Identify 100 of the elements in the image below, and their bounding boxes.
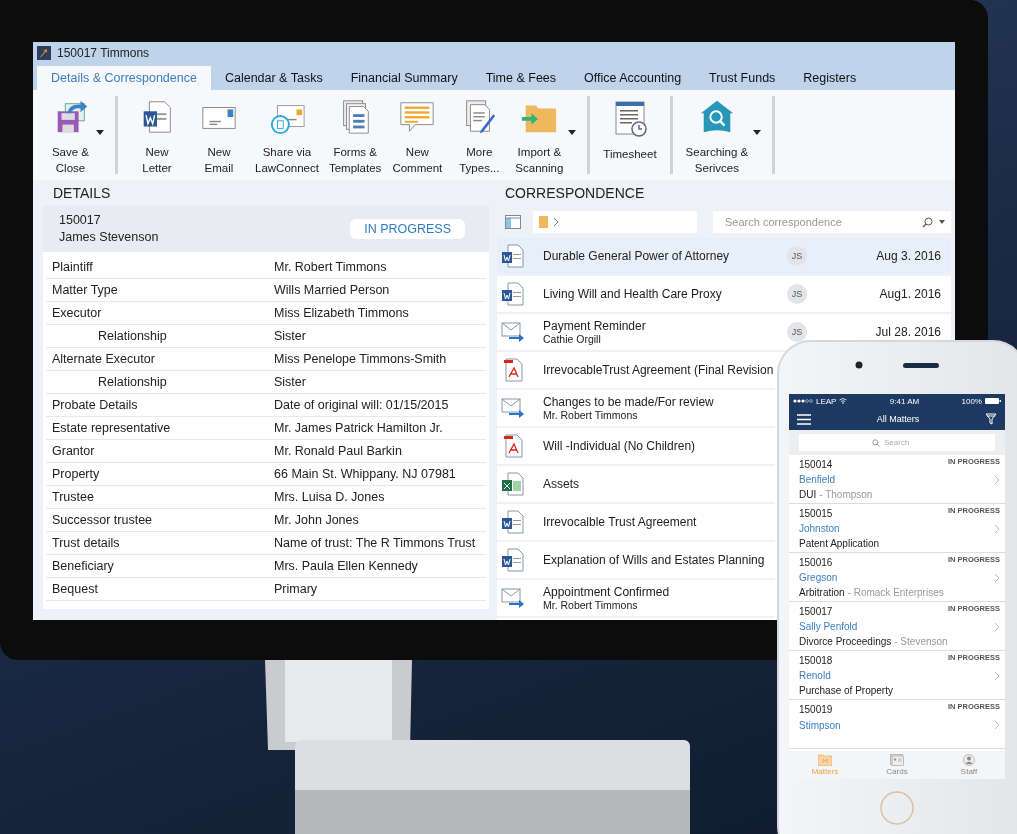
client-name: Benfield: [799, 474, 836, 485]
field-label: Estate representative: [51, 421, 172, 435]
correspondence-row[interactable]: Living Will and Health Care Proxy JS Aug1. 2016: [497, 276, 951, 314]
correspondence-row[interactable]: Irrevocalble Trust Agreement: [497, 504, 775, 542]
section-heading: CORRESPONDENCE: [504, 184, 646, 203]
tab[interactable]: Registers: [789, 66, 871, 90]
signal-icon: [793, 399, 813, 403]
field-value: Mr. Robert Timmons: [274, 260, 387, 274]
window-title: 150017 Timmons: [57, 46, 150, 60]
ribbon-button[interactable]: Share via LawConnect: [250, 94, 324, 176]
field-label: Property: [51, 467, 101, 481]
tab-bar-item[interactable]: Cards: [861, 751, 933, 779]
field-label: Trustee: [51, 490, 95, 504]
tab[interactable]: Financial Summary: [336, 66, 472, 90]
ribbon-button[interactable]: Searching & Serivces: [680, 94, 765, 176]
ribbon-button[interactable]: More Types...: [448, 94, 511, 176]
field-value: Primary: [274, 582, 318, 596]
search-icon: [872, 438, 880, 447]
matter-number: 150014: [799, 459, 833, 470]
matter-type: Patent Application: [799, 538, 880, 549]
matter-number: 150015: [799, 508, 833, 519]
contact-card-icon: [890, 754, 904, 766]
matter-number: 150016: [799, 557, 833, 568]
field-value: Mrs. Paula Ellen Kennedy: [274, 559, 418, 573]
correspondence-row[interactable]: Will -Individual (No Children): [497, 428, 775, 466]
correspondence-row[interactable]: IrrevocableTrust Agreement (Final Revision: [497, 352, 775, 390]
search-input[interactable]: Search correspondence: [725, 216, 916, 228]
chevron-right-icon: [994, 474, 1000, 485]
word-document-icon: [501, 282, 525, 306]
field-label: Alternate Executor: [51, 352, 156, 366]
tab[interactable]: Office Accounting: [570, 66, 696, 90]
envelope-arrow-icon: [501, 320, 525, 344]
screen-title: All Matters: [876, 414, 920, 424]
filter-icon[interactable]: [985, 413, 997, 425]
ribbon-button[interactable]: New Letter: [126, 94, 188, 176]
sender-name: Cathie Orgill: [543, 333, 602, 345]
tab[interactable]: Trust Funds: [695, 66, 790, 90]
folder-icon: [818, 754, 832, 766]
initials-avatar: JS: [787, 322, 807, 342]
client-name: Stimpson: [799, 719, 841, 731]
caret-icon: [568, 130, 577, 135]
caret-icon: [96, 130, 104, 135]
field-value: Sister: [274, 375, 306, 389]
field-label: Beneficiary: [51, 559, 115, 573]
field-value: Name of trust: The R Timmons Trust: [274, 536, 476, 550]
spreadsheet-file-icon: [501, 472, 525, 496]
ribbon-button[interactable]: Save & Close: [45, 94, 107, 176]
client-name: James Stevenson: [59, 229, 159, 246]
tab[interactable]: Time & Fees: [471, 66, 571, 90]
matter-type: Purchase of Property: [799, 685, 893, 696]
search-field[interactable]: Search correspondence: [713, 211, 951, 233]
chevron-right-icon: [994, 621, 1000, 632]
field-label: Bequest: [51, 582, 99, 596]
correspondence-row[interactable]: Durable General Power of Attorney JS Aug 3. 2016: [497, 238, 951, 276]
panel-toggle-icon[interactable]: [505, 215, 521, 229]
ribbon-button[interactable]: Forms & Templates: [323, 94, 387, 176]
ribbon-button[interactable]: New Email: [188, 94, 250, 176]
tab[interactable]: Details & Correspondence: [37, 66, 211, 90]
matter-type: DUI: [799, 489, 817, 500]
search-input[interactable]: Search: [884, 438, 922, 447]
document-title: Durable General Power of Attorney: [543, 249, 731, 263]
client-name: Renold: [799, 670, 831, 681]
word-document-icon: [501, 510, 525, 534]
menu-icon[interactable]: [797, 413, 811, 425]
wifi-icon: [839, 398, 848, 404]
camera-icon: [855, 361, 863, 369]
pdf-file-icon: [501, 358, 525, 382]
field-value: Mr. John Jones: [274, 513, 359, 527]
correspondence-row[interactable]: Assets: [497, 466, 775, 504]
initials-avatar: JS: [787, 284, 807, 304]
chevron-right-icon: [994, 720, 1000, 731]
field-label: Relationship: [97, 375, 168, 389]
correspondence-row[interactable]: Explanation of Wills and Estates Planning: [497, 542, 775, 580]
section-heading: DETAILS: [52, 184, 112, 203]
tab-bar-item[interactable]: Staff: [933, 751, 1005, 779]
ribbon-button[interactable]: Timesheet: [598, 94, 662, 176]
chevron-right-icon: [994, 670, 1000, 681]
field-label: Trust details: [51, 536, 121, 550]
date-text: Aug1. 2016: [879, 287, 941, 301]
ribbon-button[interactable]: New Comment: [386, 94, 449, 176]
search-icon: [922, 216, 933, 228]
search-field[interactable]: Search: [799, 434, 995, 451]
correspondence-row[interactable]: Changes to be made/For review Mr. Robert Timmons: [497, 390, 775, 428]
field-label: Relationship: [97, 329, 168, 343]
other-party: - Stevenson: [894, 636, 948, 647]
matter-number: 150017: [799, 606, 833, 617]
document-title: Explanation of Wills and Estates Planning: [543, 553, 766, 567]
word-document-icon: [501, 244, 525, 268]
correspondence-row[interactable]: Appointment Confirmed Mr. Robert Timmons: [497, 580, 775, 618]
document-title: Appointment Confirmed: [543, 585, 671, 599]
sender-name: Mr. Robert Timmons: [543, 599, 639, 611]
envelope-arrow-icon: [501, 586, 525, 610]
matter-number: 150018: [799, 655, 833, 666]
pdf-file-icon: [501, 434, 525, 458]
breadcrumb-bar[interactable]: [533, 211, 697, 233]
tab[interactable]: Calendar & Tasks: [210, 66, 337, 90]
ribbon-button[interactable]: Import & Scanning: [510, 94, 580, 176]
chevron-right-icon: [994, 523, 1000, 534]
sender-name: Mr. Robert Timmons: [543, 409, 639, 421]
document-title: IrrevocableTrust Agreement (Final Revision: [543, 363, 775, 377]
